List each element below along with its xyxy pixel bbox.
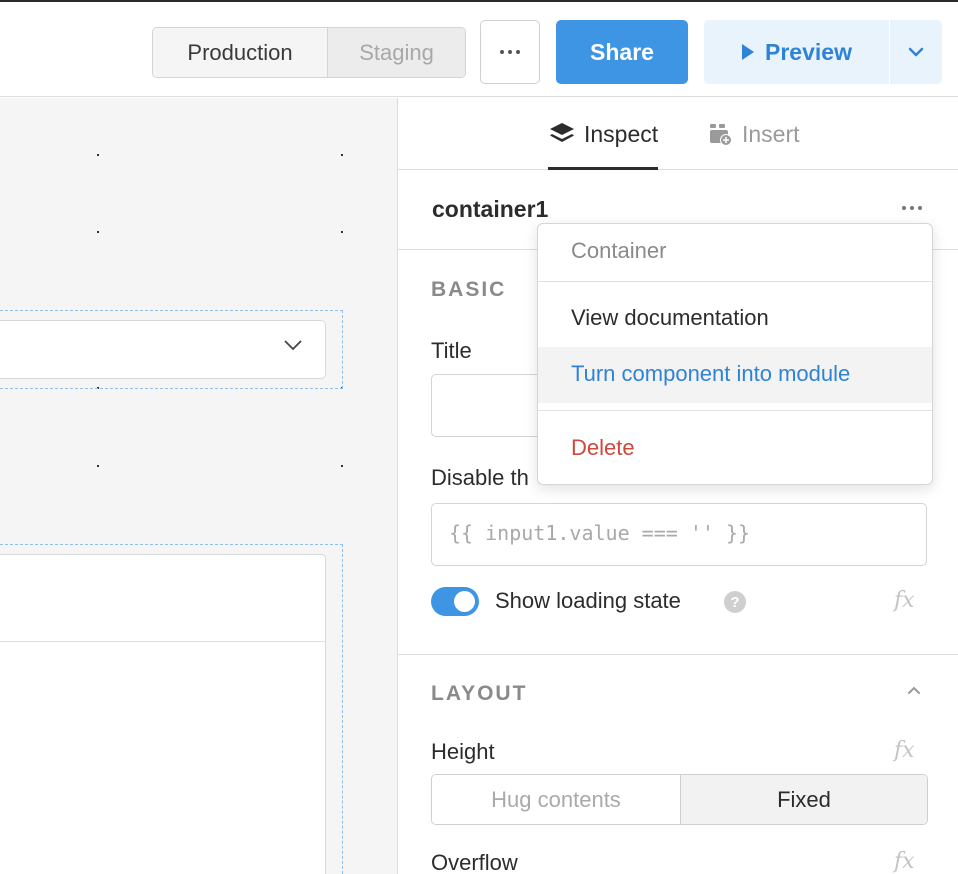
grid-dot [341,465,343,467]
height-label: Height [431,739,495,764]
height-fixed-option[interactable]: Fixed [681,775,927,824]
env-staging-button[interactable]: Staging [328,28,465,77]
container-header-divider [0,641,325,642]
grid-dot [97,154,99,156]
component-context-menu: Container View documentation Turn compon… [537,223,933,485]
turn-into-module-item[interactable]: Turn component into module [538,347,932,403]
more-dots-icon [902,206,922,210]
top-toolbar: Production Staging Share Preview [0,0,958,97]
help-icon[interactable]: ? [724,591,746,613]
fx-icon[interactable]: fx [894,738,915,763]
disable-label: Disable th [431,465,529,490]
chevron-up-icon[interactable] [907,686,921,695]
height-segmented-control: Hug contents Fixed [431,774,928,825]
fx-icon[interactable]: fx [894,849,915,874]
tab-insert-label: Insert [742,120,800,147]
grid-dot [97,465,99,467]
grid-dot [97,231,99,233]
title-label: Title [431,338,472,363]
environment-toggle: Production Staging [152,27,466,78]
canvas-select-component[interactable] [0,320,326,379]
preview-label: Preview [765,38,852,65]
tab-inspect[interactable]: Inspect [548,98,659,170]
menu-divider [538,410,932,411]
more-dots-icon [500,50,520,54]
disable-condition-input[interactable]: {{ input1.value === '' }} [431,503,927,566]
section-divider [398,654,958,655]
preview-button[interactable]: Preview [704,20,889,84]
component-more-button[interactable] [902,206,922,210]
play-icon [742,44,755,60]
overflow-label: Overflow [431,850,518,874]
menu-header: Container [538,224,932,282]
env-production-button[interactable]: Production [153,28,328,77]
preview-dropdown-button[interactable] [890,20,942,84]
grid-dot [341,154,343,156]
show-loading-toggle[interactable] [431,587,479,616]
view-documentation-item[interactable]: View documentation [538,291,932,347]
layers-icon [550,123,574,142]
inspector-panel: Inspect Insert container1 BASIC Title Di… [397,98,958,874]
share-button[interactable]: Share [556,20,688,84]
show-loading-label: Show loading state [495,588,681,613]
chevron-down-icon [284,340,302,351]
layout-section-title[interactable]: LAYOUT [431,682,527,706]
grid-dot [341,231,343,233]
canvas-container-component[interactable] [0,554,326,874]
chevron-down-icon [908,47,924,57]
height-hug-contents-option[interactable]: Hug contents [432,775,681,824]
editor-canvas[interactable] [0,98,397,874]
more-options-button[interactable] [480,20,540,84]
tab-insert[interactable]: Insert [708,98,800,170]
panel-tabs: Inspect Insert [398,98,958,170]
fx-icon[interactable]: fx [894,588,915,613]
tab-inspect-label: Inspect [584,120,659,147]
delete-item[interactable]: Delete [538,421,932,477]
insert-component-icon [710,124,732,146]
component-name[interactable]: container1 [432,196,548,223]
basic-section-title[interactable]: BASIC [431,278,506,302]
